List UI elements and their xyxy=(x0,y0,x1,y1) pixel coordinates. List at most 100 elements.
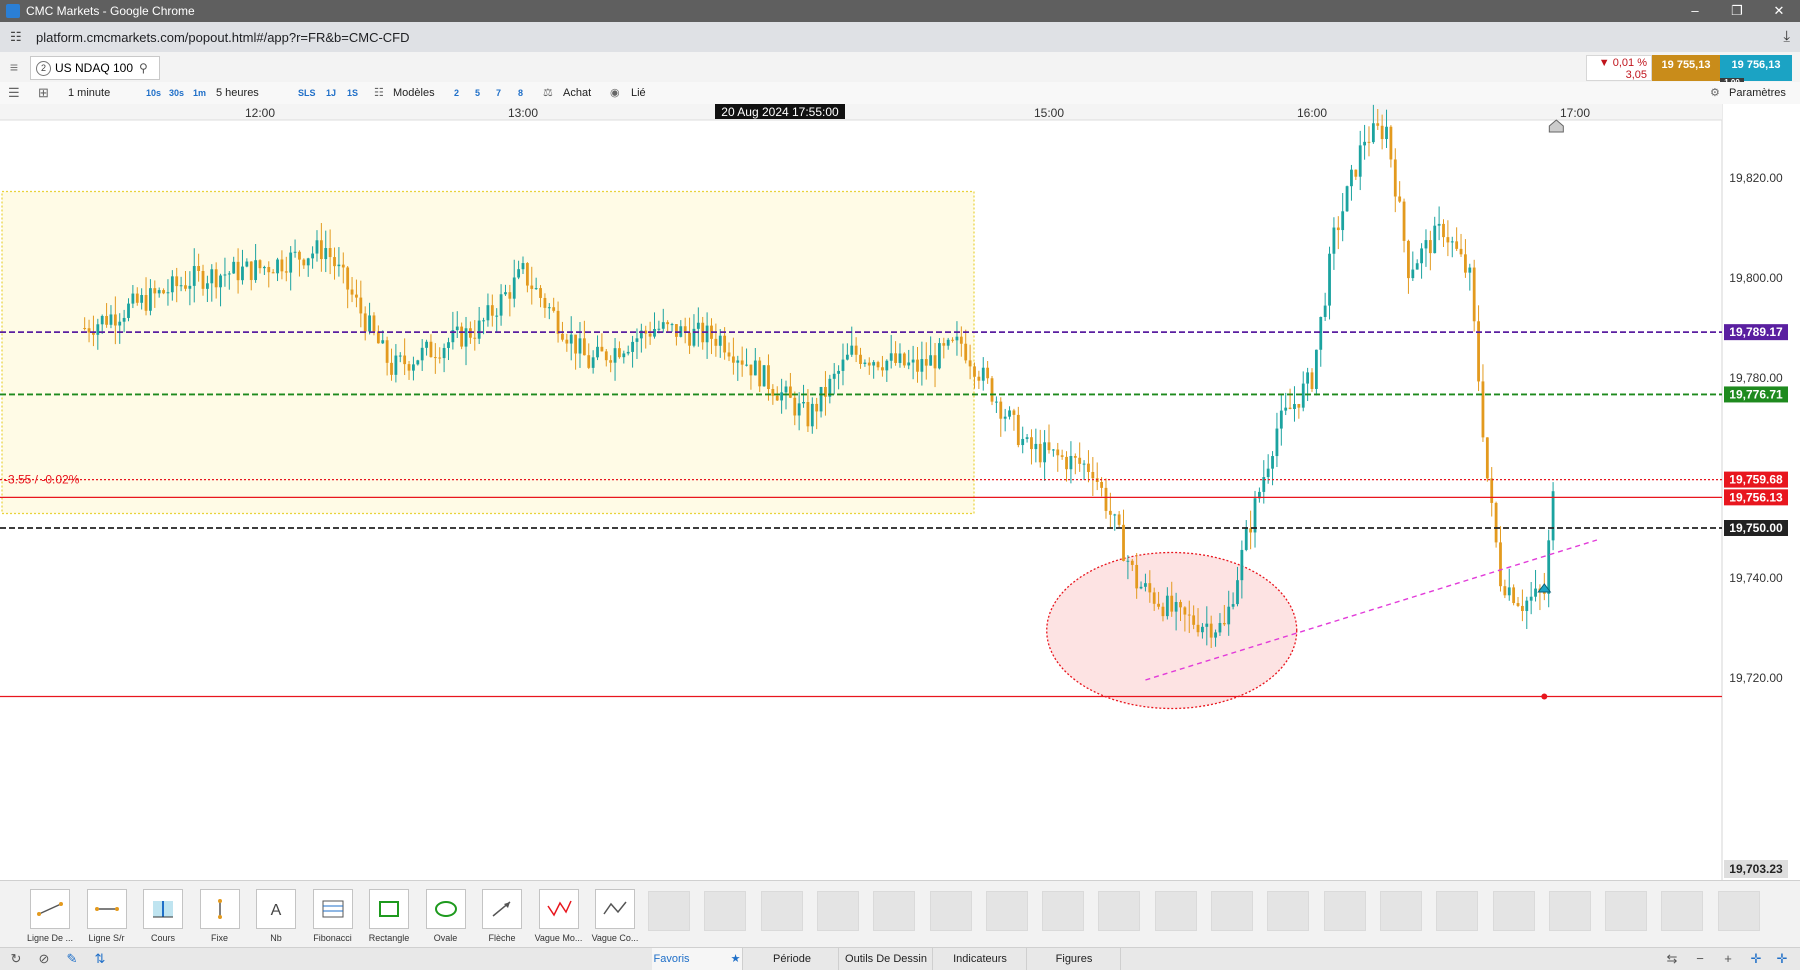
tool-arrow[interactable]: Flèche xyxy=(475,889,529,943)
candle-body xyxy=(973,366,976,377)
empty-tool-slot[interactable] xyxy=(1492,891,1535,931)
candle-body xyxy=(1117,514,1121,525)
candle-body xyxy=(806,402,810,427)
tool-price[interactable]: Cours xyxy=(136,889,190,943)
range-1j[interactable]: 1J xyxy=(326,82,336,104)
empty-tool-slot[interactable] xyxy=(1661,891,1704,931)
link-icon[interactable]: ◉ xyxy=(610,82,620,104)
tab-favoris[interactable]: Favoris ★ xyxy=(652,948,743,970)
url-text[interactable]: platform.cmcmarkets.com/popout.html#/app… xyxy=(36,30,410,45)
candle-body xyxy=(1371,123,1375,143)
link-button[interactable]: Lié xyxy=(631,82,646,104)
preset-2[interactable]: 2 xyxy=(454,82,459,104)
zoom-out-icon[interactable]: − xyxy=(1690,948,1710,970)
templates-button[interactable]: Modèles xyxy=(393,82,435,104)
zoom-in-icon[interactable]: + xyxy=(1718,948,1738,970)
tab-outils[interactable]: Outils De Dessin xyxy=(840,948,933,970)
range-1s[interactable]: 1S xyxy=(347,82,358,104)
snap-icon[interactable]: ⇅ xyxy=(90,948,110,970)
site-info-icon[interactable]: ☷ xyxy=(10,29,26,45)
candle-body xyxy=(534,288,538,290)
empty-tool-slot[interactable] xyxy=(873,891,916,931)
tool-wave[interactable]: Vague Mo... xyxy=(532,889,586,943)
empty-tool-slot[interactable] xyxy=(1042,891,1085,931)
tool-oval[interactable]: Ovale xyxy=(419,889,473,943)
restore-button[interactable]: ❐ xyxy=(1716,0,1758,22)
settings-button[interactable]: Paramètres xyxy=(1729,82,1786,104)
fit-icon[interactable]: ✛ xyxy=(1772,948,1792,970)
empty-tool-slot[interactable] xyxy=(1323,891,1366,931)
sell-price-button[interactable]: 19 755,13 xyxy=(1652,55,1720,81)
tool-text[interactable]: A Nb xyxy=(249,889,303,943)
layout-grid-icon[interactable]: ⊞ xyxy=(38,82,49,104)
range-select[interactable]: 5 heures xyxy=(216,82,259,104)
pan-icon[interactable]: ⇆ xyxy=(1662,948,1682,970)
tool-line[interactable]: Ligne De ... xyxy=(23,889,77,943)
candle-body xyxy=(876,362,880,368)
menu-icon[interactable]: ≡ xyxy=(0,52,28,82)
preset-7[interactable]: 7 xyxy=(496,82,501,104)
preset-8[interactable]: 8 xyxy=(518,82,523,104)
candle-body xyxy=(1477,321,1480,382)
crosshair-icon[interactable]: ✛ xyxy=(1746,948,1766,970)
candle-body xyxy=(1012,410,1016,415)
refresh-icon[interactable]: ↻ xyxy=(6,948,26,970)
candle-body xyxy=(1332,227,1336,254)
price-type-button[interactable]: Achat xyxy=(563,82,591,104)
preset-5[interactable]: 5 xyxy=(475,82,480,104)
quick-interval-30s[interactable]: 30s xyxy=(169,82,184,104)
download-icon[interactable]: ⤓ xyxy=(1783,28,1790,45)
empty-tool-slot[interactable] xyxy=(1211,891,1253,931)
candle-body xyxy=(298,251,301,260)
candle-body xyxy=(556,310,560,334)
empty-tool-slot[interactable] xyxy=(1267,891,1310,931)
buy-price-button[interactable]: 19 756,13 1,00 xyxy=(1720,55,1792,88)
search-icon[interactable]: ⚲ xyxy=(139,61,148,75)
tab-periode[interactable]: Période xyxy=(746,948,839,970)
pencil-icon[interactable]: ✎ xyxy=(62,948,82,970)
empty-tool-slot[interactable] xyxy=(929,891,972,931)
empty-tool-slot[interactable] xyxy=(704,891,747,931)
tool-corrective-wave[interactable]: Vague Co... xyxy=(588,889,642,943)
empty-tool-slot[interactable] xyxy=(1154,891,1197,931)
empty-tool-slot[interactable] xyxy=(1098,891,1141,931)
tab-figures[interactable]: Figures xyxy=(1028,948,1121,970)
price-type-icon[interactable]: ⚖ xyxy=(543,82,553,104)
quick-interval-10s[interactable]: 10s xyxy=(146,82,161,104)
empty-tool-slot[interactable] xyxy=(1436,891,1479,931)
close-button[interactable]: ✕ xyxy=(1758,0,1800,22)
candle-body xyxy=(657,328,661,330)
candle-body xyxy=(767,365,770,389)
tool-fixed[interactable]: Fixe xyxy=(193,889,247,943)
candle-body xyxy=(83,328,87,329)
settings-icon[interactable]: ⚙ xyxy=(1710,82,1720,104)
tool-fibonacci[interactable]: Fibonacci xyxy=(306,889,360,943)
empty-tool-slot[interactable] xyxy=(816,891,859,931)
empty-tool-slot[interactable] xyxy=(760,891,803,931)
empty-tool-slot[interactable] xyxy=(985,891,1028,931)
empty-tool-slot[interactable] xyxy=(1548,891,1591,931)
quick-interval-1m[interactable]: 1m xyxy=(193,82,206,104)
empty-tool-slot[interactable] xyxy=(648,891,690,931)
candle-body xyxy=(1363,141,1366,146)
candle-body xyxy=(946,339,950,346)
tool-sr-line[interactable]: Ligne S/r xyxy=(80,889,134,943)
interval-select[interactable]: 1 minute xyxy=(68,82,110,104)
list-view-icon[interactable]: ☰ xyxy=(8,82,20,104)
candle-body xyxy=(188,285,192,289)
minimize-button[interactable]: – xyxy=(1674,0,1716,22)
candle-body xyxy=(140,295,144,303)
tab-indicateurs[interactable]: Indicateurs xyxy=(934,948,1027,970)
instrument-search[interactable]: 2 US NDAQ 100 ⚲ xyxy=(30,56,160,80)
empty-tool-slot[interactable] xyxy=(1379,891,1422,931)
level-tag-label: 19,789.17 xyxy=(1729,325,1783,339)
candle-body xyxy=(486,305,490,321)
templates-icon[interactable]: ☷ xyxy=(374,82,384,104)
candle-body xyxy=(1459,248,1463,255)
range-sls[interactable]: SLS xyxy=(298,82,316,104)
clear-icon[interactable]: ⊘ xyxy=(34,948,54,970)
price-chart[interactable]: 19,789.17 19,776.71 19,759.68 19,756.13 19,7… xyxy=(0,104,1800,880)
empty-tool-slot[interactable] xyxy=(1717,891,1760,931)
empty-tool-slot[interactable] xyxy=(1605,891,1648,931)
tool-rectangle[interactable]: Rectangle xyxy=(362,889,416,943)
